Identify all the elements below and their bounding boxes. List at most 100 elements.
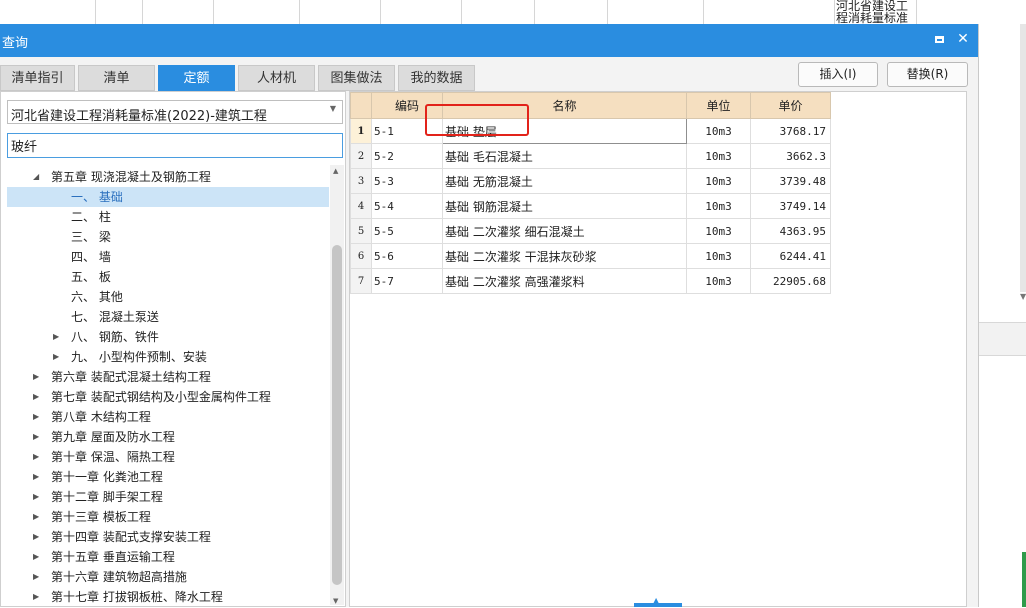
cell-price[interactable]: 3662.3 xyxy=(750,143,831,169)
tree-item-chapter-5[interactable]: ◢ 第五章 现浇混凝土及钢筋工程 xyxy=(7,167,329,187)
cell-price[interactable]: 3749.14 xyxy=(750,193,831,219)
cell-name[interactable]: 基础 无筋混凝土 xyxy=(442,168,687,194)
cell-code[interactable]: 5-3 xyxy=(371,168,443,194)
tree-item-other[interactable]: 六、 其他 xyxy=(7,287,329,307)
collapsed-triangle-icon[interactable]: ▶ xyxy=(33,427,39,447)
collapsed-triangle-icon[interactable]: ▶ xyxy=(33,407,39,427)
column-header-name[interactable]: 名称 xyxy=(442,92,687,119)
tab-quota[interactable]: 定额 xyxy=(158,65,235,91)
tab-bill-guide[interactable]: 清单指引 xyxy=(0,65,75,91)
tree-item-beam[interactable]: 三、 梁 xyxy=(7,227,329,247)
cell-price[interactable]: 3739.48 xyxy=(750,168,831,194)
tree-item-chapter-12[interactable]: ▶ 第十二章 脚手架工程 xyxy=(7,487,329,507)
tree-item-slab[interactable]: 五、 板 xyxy=(7,267,329,287)
cell-code[interactable]: 5-7 xyxy=(371,268,443,294)
tree-item-chapter-7[interactable]: ▶ 第七章 装配式钢结构及小型金属构件工程 xyxy=(7,387,329,407)
scroll-down-icon[interactable]: ▼ xyxy=(333,597,338,605)
collapsed-triangle-icon[interactable]: ▶ xyxy=(33,367,39,387)
table-row[interactable]: 4 5-4 基础 钢筋混凝土 10m3 3749.14 xyxy=(350,193,831,219)
tab-atlas-method[interactable]: 图集做法 xyxy=(318,65,395,91)
cell-unit[interactable]: 10m3 xyxy=(686,168,751,194)
replace-button[interactable]: 替换(R) xyxy=(887,62,968,87)
tree-item-chapter-10[interactable]: ▶ 第十章 保温、隔热工程 xyxy=(7,447,329,467)
scroll-down-icon[interactable]: ▼ xyxy=(1020,292,1026,301)
table-row[interactable]: 3 5-3 基础 无筋混凝土 10m3 3739.48 xyxy=(350,168,831,194)
grid-line xyxy=(703,0,704,24)
cell-unit[interactable]: 10m3 xyxy=(686,243,751,269)
tree-item-wall[interactable]: 四、 墙 xyxy=(7,247,329,267)
tab-bill[interactable]: 清单 xyxy=(78,65,155,91)
tree-item-foundation[interactable]: 一、 基础 xyxy=(7,187,329,207)
collapsed-triangle-icon[interactable]: ▶ xyxy=(33,447,39,467)
collapsed-triangle-icon[interactable]: ▶ xyxy=(33,587,39,607)
tree-item-column[interactable]: 二、 柱 xyxy=(7,207,329,227)
cell-price[interactable]: 22905.68 xyxy=(750,268,831,294)
tree-item-chapter-13[interactable]: ▶ 第十三章 模板工程 xyxy=(7,507,329,527)
tree-item-chapter-14[interactable]: ▶ 第十四章 装配式支撑安装工程 xyxy=(7,527,329,547)
cell-name[interactable]: 基础 二次灌浆 细石混凝土 xyxy=(442,218,687,244)
cell-unit[interactable]: 10m3 xyxy=(686,193,751,219)
cell-price[interactable]: 4363.95 xyxy=(750,218,831,244)
table-row[interactable]: 5 5-5 基础 二次灌浆 细石混凝土 10m3 4363.95 xyxy=(350,218,831,244)
column-header-price[interactable]: 单价 xyxy=(750,92,831,119)
tree-item-chapter-17[interactable]: ▶ 第十七章 打拔钢板桩、降水工程 xyxy=(7,587,329,607)
panel-resize-handle[interactable]: ▲ xyxy=(634,596,682,607)
search-input[interactable] xyxy=(7,133,343,158)
tab-labor-material-machine[interactable]: 人材机 xyxy=(238,65,315,91)
cell-name[interactable]: 基础 钢筋混凝土 xyxy=(442,193,687,219)
cell-unit[interactable]: 10m3 xyxy=(686,118,751,144)
maximize-button[interactable] xyxy=(930,30,948,48)
cell-unit[interactable]: 10m3 xyxy=(686,143,751,169)
tree-item-rebar[interactable]: ▶ 八、 钢筋、铁件 xyxy=(7,327,329,347)
tab-my-data[interactable]: 我的数据 xyxy=(398,65,475,91)
collapsed-triangle-icon[interactable]: ▶ xyxy=(53,347,59,367)
scroll-up-icon[interactable]: ▲ xyxy=(333,167,338,175)
standard-select[interactable]: 河北省建设工程消耗量标准(2022)-建筑工程 ▼ xyxy=(7,100,343,124)
expanded-triangle-icon[interactable]: ◢ xyxy=(33,167,39,187)
cell-code[interactable]: 5-5 xyxy=(371,218,443,244)
cell-name[interactable]: 基础 二次灌浆 干混抹灰砂浆 xyxy=(442,243,687,269)
collapsed-triangle-icon[interactable]: ▶ xyxy=(33,487,39,507)
column-header-unit[interactable]: 单位 xyxy=(686,92,751,119)
table-row[interactable]: 1 5-1 基础 垫层 10m3 3768.17 xyxy=(350,118,831,144)
collapsed-triangle-icon[interactable]: ▶ xyxy=(33,387,39,407)
collapsed-triangle-icon[interactable]: ▶ xyxy=(33,547,39,567)
cell-price[interactable]: 6244.41 xyxy=(750,243,831,269)
cell-code[interactable]: 5-4 xyxy=(371,193,443,219)
cell-unit[interactable]: 10m3 xyxy=(686,218,751,244)
collapsed-triangle-icon[interactable]: ▶ xyxy=(33,567,39,587)
column-header-code[interactable]: 编码 xyxy=(371,92,443,119)
tree-item-chapter-11[interactable]: ▶ 第十一章 化粪池工程 xyxy=(7,467,329,487)
insert-button[interactable]: 插入(I) xyxy=(798,62,878,87)
dialog-titlebar[interactable]: 查询 ✕ xyxy=(0,24,978,57)
close-button[interactable]: ✕ xyxy=(954,30,972,48)
cell-code[interactable]: 5-1 xyxy=(371,118,443,144)
row-number: 2 xyxy=(350,143,372,169)
table-row[interactable]: 7 5-7 基础 二次灌浆 高强灌浆料 10m3 22905.68 xyxy=(350,268,831,294)
collapsed-triangle-icon[interactable]: ▶ xyxy=(53,327,59,347)
table-row[interactable]: 2 5-2 基础 毛石混凝土 10m3 3662.3 xyxy=(350,143,831,169)
cell-unit[interactable]: 10m3 xyxy=(686,268,751,294)
chevron-down-icon: ▼ xyxy=(329,104,336,113)
cell-name[interactable]: 基础 垫层 xyxy=(442,118,687,144)
tree-item-chapter-8[interactable]: ▶ 第八章 木结构工程 xyxy=(7,407,329,427)
cell-name[interactable]: 基础 毛石混凝土 xyxy=(442,143,687,169)
table-row[interactable]: 6 5-6 基础 二次灌浆 干混抹灰砂浆 10m3 6244.41 xyxy=(350,243,831,269)
tree-scrollbar[interactable]: ▲ ▼ xyxy=(330,165,344,605)
background-scrollbar[interactable] xyxy=(1020,24,1026,292)
tree-item-precast[interactable]: ▶ 九、 小型构件预制、安装 xyxy=(7,347,329,367)
tree-item-chapter-16[interactable]: ▶ 第十六章 建筑物超高措施 xyxy=(7,567,329,587)
collapsed-triangle-icon[interactable]: ▶ xyxy=(33,467,39,487)
collapsed-triangle-icon[interactable]: ▶ xyxy=(33,527,39,547)
tree-item-chapter-9[interactable]: ▶ 第九章 屋面及防水工程 xyxy=(7,427,329,447)
tree-item-chapter-6[interactable]: ▶ 第六章 装配式混凝土结构工程 xyxy=(7,367,329,387)
scrollbar-thumb[interactable] xyxy=(332,245,342,585)
collapsed-triangle-icon[interactable]: ▶ xyxy=(33,507,39,527)
quota-table: 编码 名称 单位 单价 1 5-1 基础 垫层 10m3 3768.17 2 5… xyxy=(350,92,831,294)
cell-price[interactable]: 3768.17 xyxy=(750,118,831,144)
cell-code[interactable]: 5-2 xyxy=(371,143,443,169)
tree-item-chapter-15[interactable]: ▶ 第十五章 垂直运输工程 xyxy=(7,547,329,567)
cell-code[interactable]: 5-6 xyxy=(371,243,443,269)
tree-item-concrete-pumping[interactable]: 七、 混凝土泵送 xyxy=(7,307,329,327)
cell-name[interactable]: 基础 二次灌浆 高强灌浆料 xyxy=(442,268,687,294)
